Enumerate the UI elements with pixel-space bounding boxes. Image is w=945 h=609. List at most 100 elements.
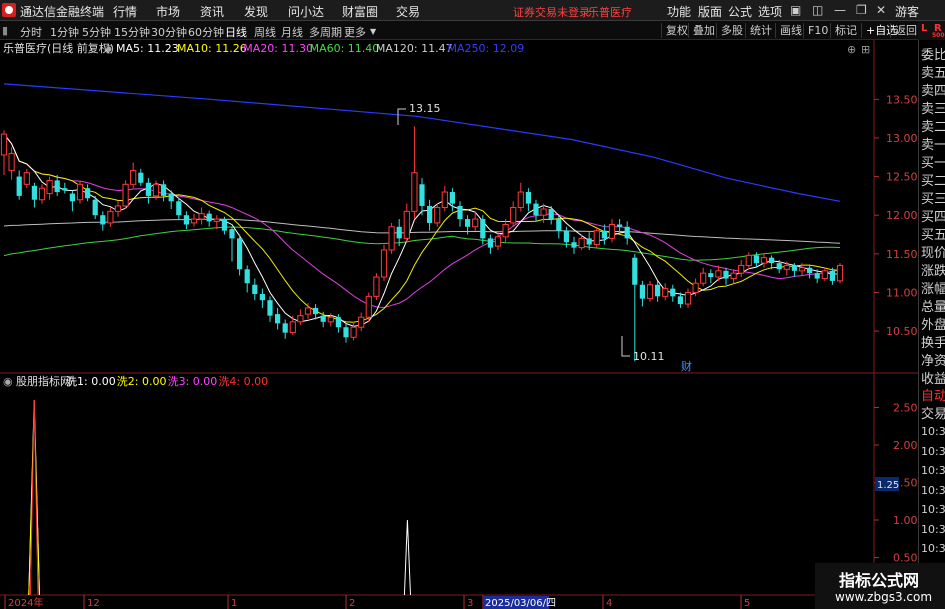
candle-body (403, 210, 410, 239)
quote-row-label: 换手 (921, 336, 945, 351)
candle-body (798, 267, 806, 272)
candle-body (601, 230, 607, 239)
settings-icon[interactable]: ◫ (812, 3, 823, 17)
btn-back[interactable]: 返回 (890, 23, 921, 38)
finance-event-marker[interactable]: 财 (681, 359, 692, 373)
login-notice[interactable]: 证券交易未登录 (513, 4, 590, 20)
candle-body (639, 284, 645, 299)
close-icon[interactable]: ✕ (876, 3, 886, 17)
menu-function[interactable]: 功能 (667, 3, 691, 20)
menu-item-ask[interactable]: 问小达 (288, 3, 324, 20)
ma-label-3: MA60: 11.40 (310, 42, 380, 55)
candle-body (107, 210, 114, 224)
candle-body (275, 314, 281, 324)
candle-body (23, 172, 30, 185)
candle-body (434, 206, 441, 224)
quote-row-label: 买四 (921, 210, 945, 225)
skin-icon[interactable]: ▣ (790, 3, 801, 17)
candle-body (313, 307, 319, 315)
price-tick-label: 13.00 (886, 132, 918, 145)
candle-body (297, 315, 304, 323)
btn-draw[interactable]: 画线 (775, 23, 806, 38)
restore-icon[interactable]: ❐ (856, 3, 867, 17)
candle-body (350, 326, 357, 338)
candle-body (457, 205, 463, 220)
more-chevron-icon[interactable]: ▼ (370, 27, 376, 36)
candle-body (221, 219, 227, 231)
chart-expand-icon[interactable]: ⊞ (861, 43, 870, 56)
period-more[interactable]: 更多 (344, 24, 366, 40)
candle-body (829, 270, 835, 281)
candle-body (548, 209, 554, 220)
candle-body (343, 327, 349, 338)
quote-row-label: 卖三 (921, 102, 945, 117)
btn-stats[interactable]: 统计 (745, 23, 776, 38)
period-daily[interactable]: 日线 (225, 24, 247, 40)
menu-item-news[interactable]: 资讯 (200, 3, 224, 20)
menu-item-wealth[interactable]: 财富圈 (342, 3, 378, 20)
candle-body (282, 323, 288, 333)
low-price-label: 10.11 (633, 350, 665, 363)
candle-body (206, 213, 212, 222)
tick-time: 10:33 (921, 522, 945, 536)
high-pointer (397, 108, 406, 125)
badge-500: 500 (932, 32, 945, 39)
ma-label-1: MA10: 11.26 (177, 42, 247, 55)
candle-body (807, 267, 813, 274)
candle-body (556, 219, 562, 231)
period-intraday[interactable]: 分时 (20, 24, 42, 40)
period-1min[interactable]: 1分钟 (50, 24, 79, 40)
menu-item-trade[interactable]: 交易 (396, 3, 420, 20)
candle-body (571, 242, 577, 248)
l-label: L (921, 23, 928, 34)
watermark-title: 指标公式网 (839, 571, 920, 590)
menu-options[interactable]: 选项 (758, 3, 782, 20)
sub-labels: 洗1: 0.00 洗2: 0.00 洗3: 0.00 洗4: 0.00 (66, 375, 268, 388)
menu-item-discover[interactable]: 发现 (244, 3, 268, 20)
date-label: 12 (87, 598, 100, 609)
minimize-icon[interactable]: — (834, 3, 846, 17)
period-5min[interactable]: 5分钟 (82, 24, 111, 40)
btn-f10[interactable]: F10 (803, 23, 832, 38)
period-weekly[interactable]: 周线 (254, 24, 276, 40)
date-label: 1 (231, 598, 237, 609)
candle-body (776, 263, 782, 270)
sub-tick-label: 1.00 (893, 514, 918, 527)
price-tick-label: 13.50 (886, 93, 918, 106)
menu-formula[interactable]: 公式 (728, 3, 752, 20)
period-monthly[interactable]: 月线 (281, 24, 303, 40)
quote-row-label: 卖五 (921, 66, 945, 81)
candle-body (517, 191, 524, 208)
candle-body (745, 254, 752, 266)
sub-tick-label: 2.50 (893, 402, 918, 415)
period-60min[interactable]: 60分钟 (188, 24, 224, 40)
menu-item-market[interactable]: 行情 (113, 3, 137, 20)
quote-row-label: 委比 (921, 48, 945, 63)
candle-body (176, 201, 182, 216)
period-multi[interactable]: 多周期 (309, 24, 342, 40)
chart-collapse-icon[interactable]: ⊕ (847, 43, 856, 56)
menu-layout[interactable]: 版面 (698, 3, 722, 20)
period-15min[interactable]: 15分钟 (114, 24, 150, 40)
candle-body (388, 226, 395, 251)
lr-badge[interactable]: L R 500 (918, 21, 945, 40)
period-30min[interactable]: 30分钟 (151, 24, 187, 40)
auto-trade-toggle[interactable]: 自动 (921, 385, 945, 404)
quote-row-label: 买二 (921, 174, 945, 189)
app-logo-icon (2, 3, 16, 17)
candle-body (677, 296, 683, 305)
candle-body (617, 224, 623, 227)
guest-label[interactable]: 游客 (895, 3, 919, 20)
ma5-line (3, 133, 841, 327)
candle-body (54, 180, 60, 193)
toolbar-left-icon[interactable]: ▮ (2, 24, 8, 37)
btn-mark[interactable]: 标记 (830, 23, 861, 38)
btn-multi-stock[interactable]: 多股 (716, 23, 747, 38)
kline-chart[interactable]: 乐普医疗(日线 前复权) ◉ MA5: 11.23MA10: 11.26MA20… (0, 40, 918, 609)
ma-settings-icon[interactable]: ◉ (104, 42, 114, 55)
main-chart-title: 乐普医疗(日线 前复权) (3, 41, 114, 55)
candle-body (259, 294, 265, 301)
btn-overlay[interactable]: 叠加 (688, 23, 719, 38)
sub-settings-icon[interactable]: ◉ (3, 375, 13, 388)
menu-item-markets[interactable]: 市场 (156, 3, 180, 20)
